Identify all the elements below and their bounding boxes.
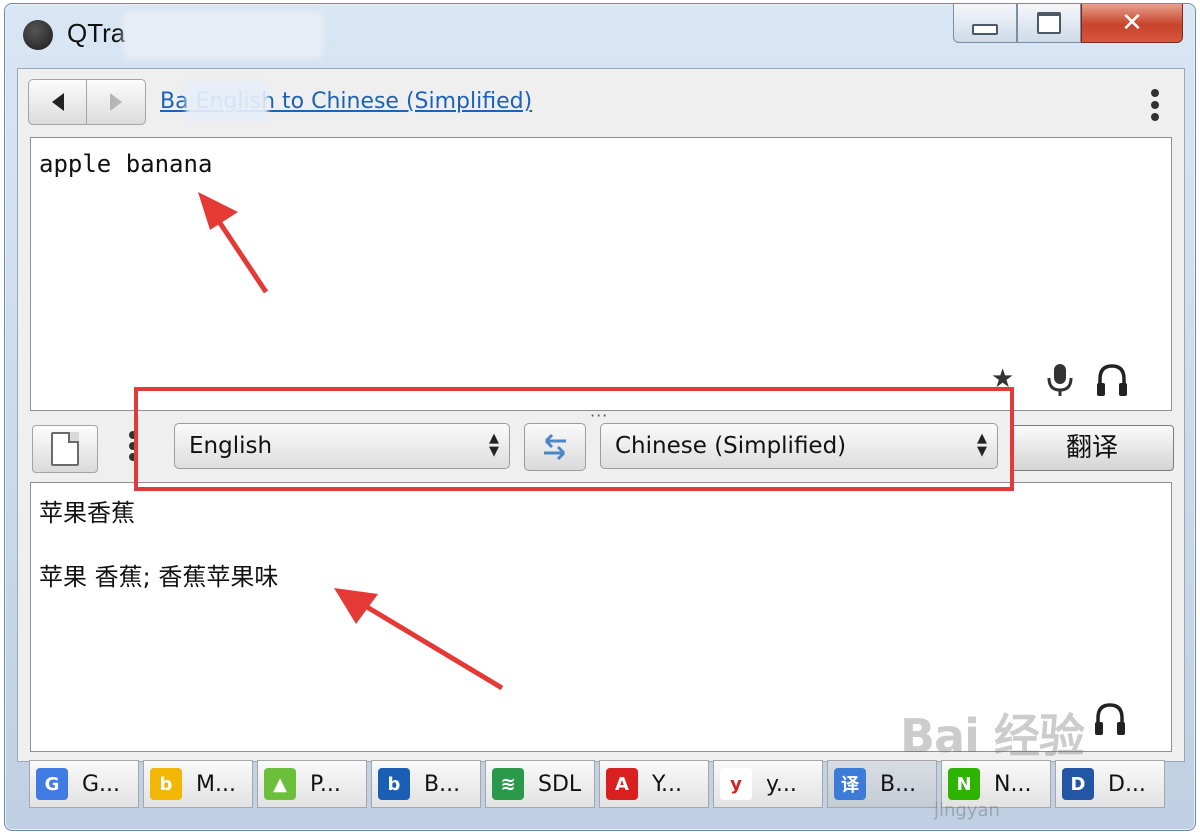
engine-tab-label: Y... — [652, 771, 682, 797]
window-title: QTra — [67, 18, 126, 48]
kebab-menu-icon-2[interactable] — [128, 431, 138, 461]
headphones-icon[interactable] — [1095, 362, 1129, 398]
document-button[interactable] — [32, 425, 98, 473]
engine-tab-label: y... — [766, 771, 797, 797]
engine-tab[interactable]: A Y... — [599, 760, 709, 808]
engine-tab[interactable]: D D... — [1055, 760, 1165, 808]
result-line-1: 苹果香蕉 — [39, 499, 135, 527]
naver-icon: N — [948, 768, 980, 800]
engine-tab[interactable]: 译 B... — [827, 760, 937, 808]
star-icon[interactable]: ★ — [991, 366, 1014, 392]
engine-tab[interactable]: b M... — [143, 760, 253, 808]
engine-tab[interactable]: N N... — [941, 760, 1051, 808]
source-text: apple banana — [39, 150, 213, 178]
engine-tab-label: G... — [82, 771, 121, 797]
engine-tab[interactable]: ≋ SDL — [485, 760, 595, 808]
baidu-translate-icon: 译 — [834, 768, 866, 800]
minimize-icon — [972, 23, 998, 35]
title-bar: QTra ✕ — [5, 4, 1195, 68]
close-button[interactable]: ✕ — [1081, 4, 1183, 43]
maximize-button[interactable] — [1017, 4, 1081, 43]
headphones-icon[interactable] — [1093, 701, 1127, 737]
engine-tab[interactable]: y y... — [713, 760, 823, 808]
engine-tab-label: P... — [310, 771, 341, 797]
app-window: QTra ✕ Ba English to Chinese (Simplified… — [4, 3, 1196, 831]
document-icon — [51, 432, 79, 466]
sdl-icon: ≋ — [492, 768, 524, 800]
engine-tab-label: N... — [994, 771, 1032, 797]
bing-icon: b — [150, 768, 182, 800]
engine-tab[interactable]: b B... — [371, 760, 481, 808]
deepl-icon: D — [1062, 768, 1094, 800]
kebab-menu-icon[interactable] — [1150, 89, 1160, 121]
yandex-icon: A — [606, 768, 638, 800]
close-icon: ✕ — [1121, 8, 1143, 38]
result-line-2: 苹果 香蕉; 香蕉苹果味 — [39, 563, 279, 591]
engine-tab-label: D... — [1108, 771, 1146, 797]
promt-icon: ▲ — [264, 768, 296, 800]
target-language-select[interactable]: Chinese (Simplified) ▲ ▼ — [600, 423, 998, 469]
caption-buttons: ✕ — [953, 4, 1183, 44]
engine-tab[interactable]: ▲ P... — [257, 760, 367, 808]
youdao-icon: y — [720, 768, 752, 800]
updown-arrows-icon: ▲ ▼ — [977, 431, 987, 459]
babylon-icon: b — [378, 768, 410, 800]
source-language-value: English — [189, 433, 273, 459]
target-language-value: Chinese (Simplified) — [615, 433, 847, 459]
engine-tab[interactable]: G G... — [29, 760, 139, 808]
engine-tab-label: SDL — [538, 771, 582, 797]
translate-button[interactable]: 翻译 — [1010, 425, 1174, 471]
google-translate-icon: G — [36, 768, 68, 800]
forward-button[interactable] — [86, 79, 146, 125]
back-arrow-icon — [52, 93, 64, 111]
engine-tab-label: M... — [196, 771, 236, 797]
main-panel: Ba English to Chinese (Simplified) apple… — [17, 68, 1185, 762]
source-language-select[interactable]: English ▲ ▼ — [174, 423, 510, 469]
source-text-area[interactable]: apple banana ★ — [30, 137, 1172, 411]
maximize-icon — [1037, 12, 1061, 34]
swap-languages-button[interactable] — [524, 423, 586, 471]
forward-arrow-icon — [110, 93, 122, 111]
updown-arrows-icon: ▲ ▼ — [489, 431, 499, 459]
link-redaction — [186, 81, 268, 121]
result-text-area[interactable]: 苹果香蕉 苹果 香蕉; 香蕉苹果味 — [30, 482, 1172, 752]
engine-tab-label: B... — [424, 771, 461, 797]
title-redaction — [123, 12, 323, 58]
engine-tab-label: B... — [880, 771, 917, 797]
microphone-icon[interactable] — [1045, 362, 1075, 398]
minimize-button[interactable] — [953, 4, 1017, 43]
swap-icon — [544, 433, 566, 461]
back-button[interactable] — [28, 79, 88, 125]
engine-tab-bar: G G... b M... ▲ P... b B... ≋ SDL A Y... y y... 译 B... N… — [29, 760, 1179, 810]
app-logo-icon — [23, 20, 53, 50]
splitter-grip[interactable]: ··· — [590, 408, 608, 424]
